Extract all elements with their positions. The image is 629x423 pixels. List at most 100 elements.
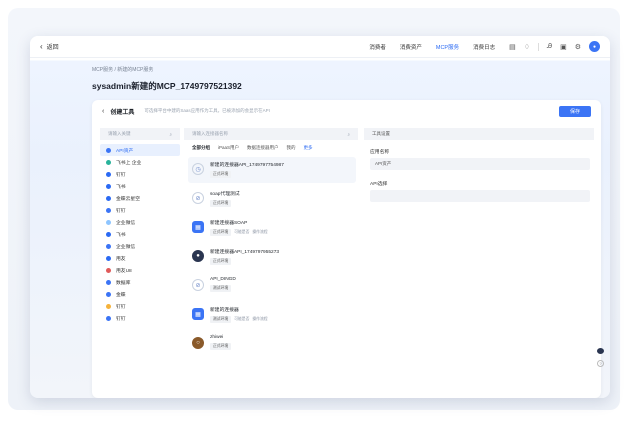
- sidebar-item[interactable]: 飞书: [100, 180, 180, 192]
- list-item[interactable]: ▦ 新建连接器SOAP 正式环境 可能是否 操作流程: [188, 215, 356, 241]
- sidebar-item-label: 钉钉: [116, 316, 126, 322]
- gear-icon[interactable]: ⚙: [575, 43, 581, 51]
- ring-icon: ○: [192, 337, 204, 349]
- tab-connector-users[interactable]: 数据连接器用户: [247, 145, 279, 151]
- sidebar-item-label: 数据库: [116, 280, 131, 286]
- left-search-placeholder: 请输入关键: [108, 131, 131, 136]
- app-name-label: 应用名称: [370, 150, 390, 155]
- app-icon: [106, 195, 111, 201]
- nav-item-logs[interactable]: 消费日志: [473, 43, 495, 51]
- status-badge: 正式环境: [210, 171, 232, 178]
- floating-tools: ?: [597, 348, 604, 367]
- status-badge: 测试环境: [210, 285, 232, 292]
- tag-group: 正式环境: [210, 171, 284, 178]
- middle-search[interactable]: 请输入连接器名称 ⌕: [184, 128, 358, 140]
- nav-item-assets[interactable]: 消费资产: [400, 43, 422, 51]
- list-item-text: 新建的连接器API_1749797754987 正式环境: [210, 161, 284, 178]
- grid-icon: ▦: [192, 308, 204, 320]
- drop-icon: ●: [192, 250, 204, 262]
- list-item[interactable]: ◷ 新建的连接器API_1749797754987 正式环境: [188, 157, 356, 183]
- app-name-field[interactable]: API资产: [370, 158, 590, 170]
- tab-more[interactable]: 更多: [304, 145, 313, 151]
- app-icon: [106, 303, 111, 309]
- meta-label: 可能是否: [234, 317, 250, 321]
- nav-item-consumers[interactable]: 消费者: [369, 43, 386, 51]
- category-list: API资产 飞书上 企业 钉钉 飞书 金蝶云星空 钉钉 企业微信 飞书 企业微信 用友 用友U8 数据…: [100, 144, 180, 324]
- tab-ipaas[interactable]: iPaaS用户: [218, 145, 239, 151]
- clipboard-icon[interactable]: ▣: [560, 43, 567, 51]
- app-icon: [106, 219, 111, 225]
- list-item[interactable]: ▦ 新建的连接器 测试环境 可能是否 操作流程: [188, 302, 356, 328]
- connector-list: ◷ 新建的连接器API_1749797754987 正式环境 ⊘ soap代理测试 正式环…: [188, 157, 356, 360]
- sidebar-item-label: 飞书: [116, 232, 126, 238]
- sidebar-item[interactable]: 企业微信: [100, 240, 180, 252]
- tab-all[interactable]: 全部分组: [192, 145, 210, 151]
- breadcrumb: MCP服务 / 新建的MCP服务: [92, 67, 154, 73]
- nav-item-mcp[interactable]: MCP服务: [436, 43, 459, 51]
- avatar[interactable]: ●: [589, 41, 600, 52]
- tag-group: 正式环境: [210, 258, 279, 265]
- chevron-left-icon[interactable]: ‹: [102, 108, 104, 115]
- divider: [538, 42, 540, 51]
- sidebar-item-label: 钉钉: [116, 172, 126, 178]
- sidebar-item[interactable]: 用友U8: [100, 264, 180, 276]
- tag-group: 正式环境: [210, 343, 232, 350]
- bell-icon[interactable]: ♢: [524, 43, 530, 51]
- document-icon[interactable]: ▤: [509, 43, 516, 51]
- translate-icon[interactable]: Ꭿ: [547, 43, 552, 51]
- sidebar-item-label: 飞书: [116, 184, 126, 190]
- chat-icon[interactable]: [597, 348, 604, 354]
- sidebar-item[interactable]: 飞书: [100, 228, 180, 240]
- app-window: ‹ 返回 消费者 消费资产 MCP服务 消费日志 ▤ ♢ Ꭿ ▣ ⚙ ● MCP…: [30, 36, 610, 398]
- left-search[interactable]: 请输入关键 ⌕: [100, 128, 180, 140]
- app-icon: [106, 183, 111, 189]
- list-item-name: 新建的连接器: [210, 308, 239, 313]
- meta-label: 可能是否: [234, 230, 250, 234]
- api-select-label: API选择: [370, 182, 388, 187]
- list-item[interactable]: ○ zhiwei 正式环境: [188, 331, 356, 357]
- sidebar-item[interactable]: 金蝶云星空: [100, 192, 180, 204]
- clock-icon: ◷: [192, 163, 204, 175]
- list-item-name: 新建连接器SOAP: [210, 221, 248, 226]
- chevron-left-icon: ‹: [40, 41, 43, 51]
- list-item[interactable]: ⊘ soap代理测试 正式环境: [188, 186, 356, 212]
- list-item-text: 新建连接器API_1749797955273 正式环境: [210, 248, 279, 265]
- sidebar-item[interactable]: 用友: [100, 252, 180, 264]
- sidebar-item[interactable]: 数据库: [100, 276, 180, 288]
- list-item[interactable]: ● 新建连接器API_1749797955273 正式环境: [188, 244, 356, 270]
- top-nav: 消费者 消费资产 MCP服务 消费日志: [369, 43, 495, 51]
- back-button[interactable]: ‹ 返回: [40, 42, 59, 51]
- api-select-field[interactable]: [370, 190, 590, 202]
- tag-group: 正式环境: [210, 200, 240, 207]
- help-icon[interactable]: ?: [597, 360, 604, 367]
- sidebar-item[interactable]: 飞书上 企业: [100, 156, 180, 168]
- list-item-name: soap代理测试: [210, 192, 240, 197]
- app-icon: [106, 147, 111, 153]
- sidebar-item[interactable]: API资产: [100, 144, 180, 156]
- app-icon: [106, 243, 111, 249]
- app-icon: [106, 207, 111, 213]
- list-item-name: zhiwei: [210, 335, 224, 340]
- status-badge: 测试环境: [210, 316, 232, 323]
- sidebar-item[interactable]: 钉钉: [100, 300, 180, 312]
- meta-label: 操作流程: [252, 317, 268, 321]
- list-item[interactable]: ⊘ API_DINGD 测试环境: [188, 273, 356, 299]
- sidebar-item-label: 飞书上 企业: [116, 160, 142, 166]
- app-icon: [106, 279, 111, 285]
- back-label: 返回: [46, 45, 59, 51]
- list-item-text: zhiwei 正式环境: [210, 335, 232, 350]
- search-icon: ⌕: [347, 131, 350, 137]
- panel-hint: 可选择平台中建的Saas应用作为工具，已被添加的会显示在API: [144, 108, 270, 113]
- sidebar-item[interactable]: 金蝶: [100, 288, 180, 300]
- sidebar-item[interactable]: 钉钉: [100, 168, 180, 180]
- save-button[interactable]: 保存: [559, 105, 591, 117]
- panel-title: 创建工具: [110, 109, 135, 116]
- list-item-text: API_DINGD 测试环境: [210, 277, 236, 292]
- tab-mine[interactable]: 我的: [287, 145, 296, 151]
- sidebar-item[interactable]: 企业微信: [100, 216, 180, 228]
- list-item-text: 新建连接器SOAP 正式环境 可能是否 操作流程: [210, 219, 268, 236]
- panel-header: ‹ 创建工具 可选择平台中建的Saas应用作为工具，已被添加的会显示在API 保…: [92, 100, 601, 122]
- sidebar-item[interactable]: 钉钉: [100, 312, 180, 324]
- sidebar-item[interactable]: 钉钉: [100, 204, 180, 216]
- list-item-text: 新建的连接器 测试环境 可能是否 操作流程: [210, 306, 268, 323]
